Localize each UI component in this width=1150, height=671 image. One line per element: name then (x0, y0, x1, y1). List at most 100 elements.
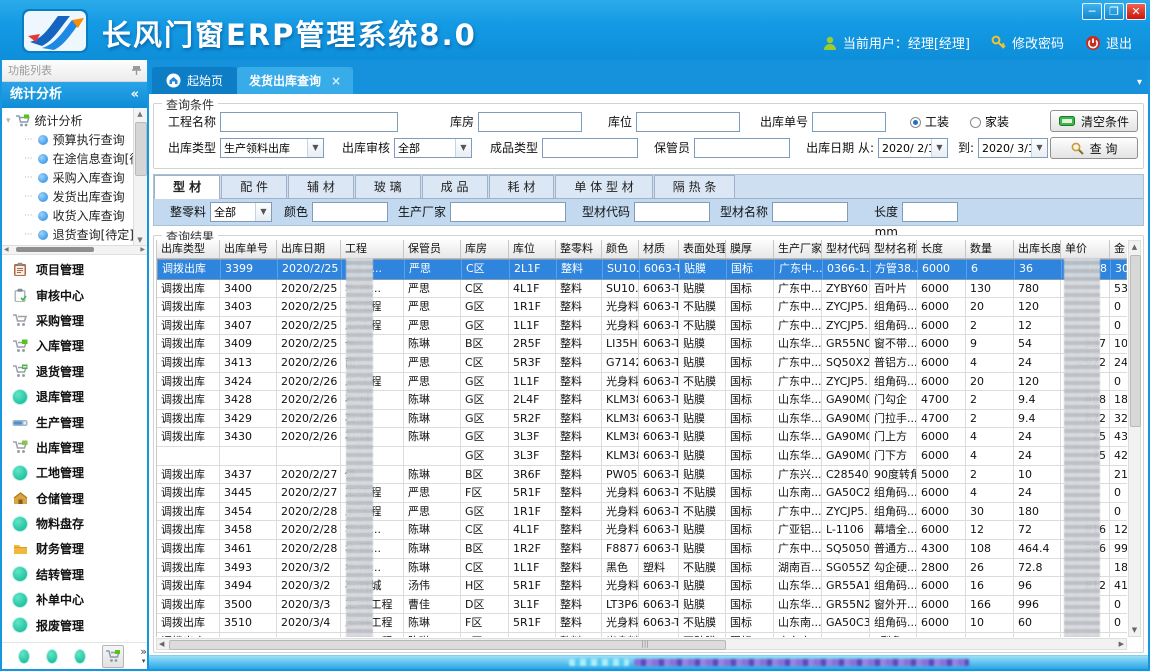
scroll-up-icon[interactable]: ▲ (1129, 241, 1140, 253)
material-tab-配件[interactable]: 配 件 (221, 175, 287, 198)
tree-horizontal-scrollbar[interactable]: ◀ ▶ (2, 245, 147, 254)
sidebar-item-出库管理[interactable]: 出库管理 (2, 435, 147, 460)
column-header-型材名称[interactable]: 型材名称 (870, 240, 917, 258)
material-tab-型材[interactable]: 型 材 (154, 175, 220, 199)
column-header-整零料[interactable]: 整零料 (556, 240, 602, 258)
out-type-select[interactable]: 生产领料出库▼ (220, 138, 324, 158)
column-header-出库长度[interactable]: 出库长度 (1014, 240, 1061, 258)
dot-icon[interactable] (46, 649, 58, 664)
sidebar-item-结转管理[interactable]: 结转管理 (2, 562, 147, 587)
column-header-库位[interactable]: 库位 (509, 240, 556, 258)
product-type-input[interactable] (542, 138, 638, 158)
sidebar-item-采购管理[interactable]: 采购管理 (2, 308, 147, 333)
material-tab-成品[interactable]: 成 品 (422, 175, 488, 198)
search-button[interactable]: 查 询 (1050, 137, 1138, 159)
material-tab-耗材[interactable]: 耗 材 (489, 175, 555, 198)
column-header-材质[interactable]: 材质 (639, 240, 679, 258)
column-header-出库日期[interactable]: 出库日期 (277, 240, 341, 258)
scroll-right-icon[interactable]: ▶ (1119, 639, 1124, 650)
sidebar-item-项目管理[interactable]: 项目管理 (2, 257, 147, 282)
sidebar-item-补单中心[interactable]: 补单中心 (2, 587, 147, 612)
change-password-button[interactable]: 修改密码 (991, 33, 1064, 52)
column-header-表面处理[interactable]: 表面处理 (679, 240, 726, 258)
column-header-工程[interactable]: 工程 (341, 240, 404, 258)
keeper-input[interactable] (694, 138, 790, 158)
column-header-保管员[interactable]: 保管员 (404, 240, 461, 258)
sidebar-item-仓储管理[interactable]: 仓储管理 (2, 486, 147, 511)
table-row[interactable]: 调拨出库34292020/2/26石 城陈琳G区5R2F整料KLM3817606… (157, 410, 1127, 429)
zhengling-select[interactable]: 全部▼ (210, 202, 272, 222)
column-header-颜色[interactable]: 颜色 (602, 240, 639, 258)
color-input[interactable] (312, 202, 388, 222)
tree-vertical-scrollbar[interactable]: ▲ ▼ (133, 108, 147, 246)
length-input[interactable] (902, 202, 958, 222)
logout-button[interactable]: 退出 (1085, 33, 1132, 52)
cart-button[interactable] (102, 645, 124, 668)
column-header-库房[interactable]: 库房 (461, 240, 509, 258)
table-vertical-scrollbar[interactable]: ▲ ▼ (1128, 240, 1141, 637)
clear-conditions-button[interactable]: 清空条件 (1050, 110, 1138, 132)
column-header-膜厚[interactable]: 膜厚 (726, 240, 774, 258)
maximize-button[interactable]: ❐ (1104, 3, 1124, 20)
table-row[interactable]: 调拨出库35002020/3/3工 共工程曹佳D区3L1F整料LT3P60606… (157, 596, 1127, 615)
table-row[interactable]: 调拨出库34132020/2/26南 ...严思C区5R3F整料G7142260… (157, 354, 1127, 373)
table-row[interactable]: 调拨出库34582020/2/28华 原...陈琳C区4L1F整料光身料6063… (157, 521, 1127, 540)
profile-name-input[interactable] (772, 202, 848, 222)
table-row[interactable]: 调拨出库34072020/2/25工 工程严思G区1L1F整料光身料6063-T… (157, 317, 1127, 336)
radio-jiazhuang[interactable]: 家装 (970, 112, 1009, 132)
table-row[interactable]: 调拨出库34372020/2/27佛 ...陈琳B区3R6F整料PW056063… (157, 466, 1127, 485)
sidebar-item-审核中心[interactable]: 审核中心 (2, 282, 147, 307)
profile-code-input[interactable] (634, 202, 710, 222)
material-tab-单体型材[interactable]: 单 体 型 材 (555, 175, 652, 198)
out-audit-select[interactable]: 全部▼ (394, 138, 472, 158)
table-row[interactable]: 调拨出库34932020/3/2华 原...陈琳C区1L1F整料黑色塑料不贴膜国… (157, 559, 1127, 578)
tree-root[interactable]: ▾ 统计分析 (2, 111, 147, 130)
scroll-right-icon[interactable]: ▶ (140, 246, 145, 254)
tree-item-收货入库查询[interactable]: ···收货入库查询 (2, 206, 147, 225)
minimize-button[interactable]: ─ (1082, 3, 1102, 20)
column-header-数量[interactable]: 数量 (966, 240, 1014, 258)
date-to-select[interactable]: 2020/ 3/16▼ (978, 138, 1048, 158)
column-header-金[interactable]: 金 (1110, 240, 1127, 258)
column-header-出库单号[interactable]: 出库单号 (220, 240, 277, 258)
scroll-left-icon[interactable]: ◀ (159, 639, 164, 650)
column-header-生产厂家[interactable]: 生产厂家 (774, 240, 822, 258)
radio-gongzhuang[interactable]: 工装 (910, 112, 949, 132)
dot-icon[interactable] (18, 649, 30, 664)
pin-icon[interactable] (132, 65, 141, 76)
column-header-型材代码[interactable]: 型材代码 (822, 240, 870, 258)
table-row[interactable]: 调拨出库34092020/2/25长 ...陈琳B区2R5F整料LI35HD60… (157, 335, 1127, 354)
sidebar-item-生产管理[interactable]: 生产管理 (2, 409, 147, 434)
close-button[interactable]: ✕ (1126, 3, 1146, 20)
column-header-出库类型[interactable]: 出库类型 (157, 240, 220, 258)
table-row[interactable]: G区3L3F整料KLM38176063-T5贴膜国标山东华...GA90M09.… (157, 447, 1127, 466)
project-name-input[interactable] (220, 112, 398, 132)
material-tab-隔热条[interactable]: 隔 热 条 (654, 175, 736, 198)
material-tab-玻璃[interactable]: 玻 璃 (355, 175, 421, 198)
table-row[interactable]: 调拨出库34302020/2/26石 城陈琳G区3L3F整料KLM3817606… (157, 428, 1127, 447)
table-row[interactable]: 调拨出库35122020/3/4工 共工程陈琳F区1L2F整料光身料6063-T… (157, 633, 1127, 637)
sidebar-item-财务管理[interactable]: 财务管理 (2, 536, 147, 561)
tab-close-icon[interactable]: × (331, 74, 341, 88)
sidebar-item-退货管理[interactable]: 退货管理 (2, 359, 147, 384)
tree-item-在途信息查询[待[interactable]: ···在途信息查询[待 (2, 149, 147, 168)
location-input[interactable] (636, 112, 740, 132)
sidebar-item-入库管理[interactable]: 入库管理 (2, 333, 147, 358)
scroll-up-icon[interactable]: ▲ (134, 108, 146, 120)
warehouse-input[interactable] (478, 112, 582, 132)
collapse-icon[interactable]: « (131, 82, 139, 108)
maker-input[interactable] (450, 202, 566, 222)
tab-shipment-outbound-query[interactable]: 发货出库查询 × (237, 67, 353, 94)
order-no-input[interactable] (812, 112, 886, 132)
table-row[interactable]: 调拨出库33992020/2/25华 原...严思C区2L1F整料SU10...… (157, 259, 1127, 280)
date-from-select[interactable]: 2020/ 2/16▼ (878, 138, 948, 158)
table-row[interactable]: 调拨出库34282020/2/26石 城陈琳G区2L4F整料KLM3817606… (157, 391, 1127, 410)
material-tab-辅材[interactable]: 辅 材 (288, 175, 354, 198)
tree-item-发货出库查询[interactable]: ···发货出库查询 (2, 187, 147, 206)
tree-item-采购入库查询[interactable]: ···采购入库查询 (2, 168, 147, 187)
table-horizontal-scrollbar[interactable]: ◀ ||| ▶ (156, 638, 1127, 650)
expander-icon[interactable]: ▾ (6, 116, 11, 126)
table-row[interactable]: 调拨出库34242020/2/26工 工程严思G区1L1F整料光身料6063-T… (157, 373, 1127, 392)
sidebar-item-工地管理[interactable]: 工地管理 (2, 460, 147, 485)
column-header-长度[interactable]: 长度 (917, 240, 966, 258)
